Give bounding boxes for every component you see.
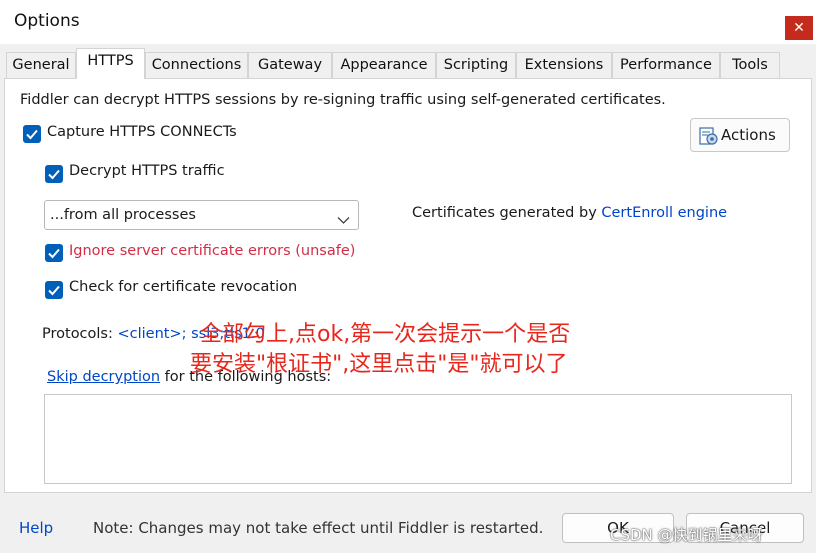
certs-generated-text: Certificates generated by CertEnroll eng… bbox=[412, 205, 727, 221]
tab-general[interactable]: General bbox=[6, 52, 76, 78]
tab-performance[interactable]: Performance bbox=[612, 52, 720, 78]
help-link[interactable]: Help bbox=[19, 519, 53, 537]
tab-extensions[interactable]: Extensions bbox=[516, 52, 612, 78]
restart-note: Note: Changes may not take effect until … bbox=[93, 519, 544, 537]
csdn-watermark: CSDN @快到锅里来呀 bbox=[610, 526, 763, 544]
check-revocation-label: Check for certificate revocation bbox=[69, 279, 298, 295]
tab-https[interactable]: HTTPS bbox=[76, 48, 145, 79]
actions-label: Actions bbox=[721, 126, 776, 144]
chevron-down-icon bbox=[337, 210, 350, 229]
tab-connections[interactable]: Connections bbox=[145, 52, 248, 78]
annotation-line-2: 要安装"根证书",这里点击"是"就可以了 bbox=[190, 352, 568, 377]
skip-hosts-textarea[interactable] bbox=[44, 394, 792, 484]
tab-tools[interactable]: Tools bbox=[720, 52, 780, 78]
close-icon: ✕ bbox=[793, 20, 805, 36]
intro-text: Fiddler can decrypt HTTPS sessions by re… bbox=[20, 92, 666, 108]
certs-prefix: Certificates generated by bbox=[412, 205, 597, 221]
checkmark-icon bbox=[48, 248, 60, 259]
tab-scripting[interactable]: Scripting bbox=[436, 52, 516, 78]
tab-gateway[interactable]: Gateway bbox=[248, 52, 332, 78]
window-title: Options bbox=[14, 11, 80, 31]
tab-strip: General HTTPS Connections Gateway Appear… bbox=[0, 48, 816, 79]
close-button[interactable]: ✕ bbox=[785, 16, 813, 40]
process-filter-select[interactable]: ...from all processes bbox=[44, 200, 359, 230]
cert-engine-link[interactable]: CertEnroll engine bbox=[601, 205, 727, 221]
skip-decryption-link[interactable]: Skip decryption bbox=[47, 369, 160, 385]
ignore-cert-errors-label: Ignore server certificate errors (unsafe… bbox=[69, 243, 356, 259]
annotation-line-1: 全部勾上,点ok,第一次会提示一个是否 bbox=[200, 322, 571, 347]
decrypt-https-checkbox[interactable] bbox=[45, 165, 63, 183]
checkmark-icon bbox=[48, 285, 60, 296]
actions-button[interactable]: Actions bbox=[690, 118, 790, 152]
check-revocation-checkbox[interactable] bbox=[45, 281, 63, 299]
decrypt-https-label: Decrypt HTTPS traffic bbox=[69, 163, 225, 179]
process-filter-value: ...from all processes bbox=[50, 207, 196, 223]
protocols-label: Protocols: bbox=[42, 326, 113, 342]
checkmark-icon bbox=[48, 169, 60, 180]
capture-https-checkbox[interactable] bbox=[23, 125, 41, 143]
title-bar: Options ✕ bbox=[0, 0, 816, 44]
capture-https-label: Capture HTTPS CONNECTs bbox=[47, 124, 237, 140]
tab-appearance[interactable]: Appearance bbox=[332, 52, 436, 78]
settings-gear-icon bbox=[698, 125, 720, 151]
checkmark-icon bbox=[26, 129, 38, 140]
ignore-cert-errors-checkbox[interactable] bbox=[45, 244, 63, 262]
